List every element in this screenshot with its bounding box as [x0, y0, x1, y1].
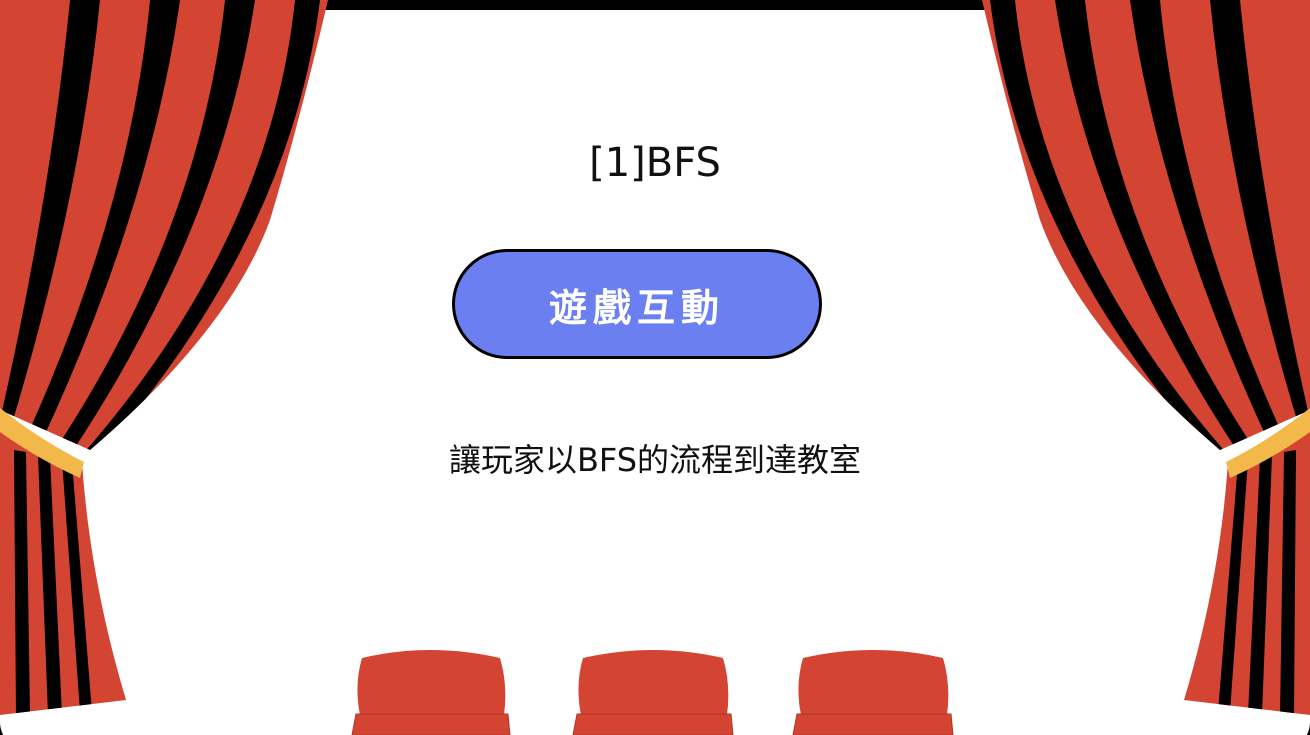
game-interaction-button[interactable]: 遊戲互動	[452, 249, 822, 359]
description-text: 讓玩家以BFS的流程到達教室	[448, 441, 862, 479]
theater-seat-row	[351, 650, 954, 735]
page-title: [1]BFS	[589, 140, 721, 186]
theater-seat-icon	[572, 650, 734, 735]
stage-view: [1]BFS 遊戲互動 讓玩家以BFS的流程到達教室	[0, 0, 1310, 735]
theater-seat-icon	[351, 650, 511, 735]
stage-curtain-right-icon	[982, 0, 1310, 715]
theater-seat-icon	[792, 650, 954, 735]
stage-curtain-left-icon	[0, 0, 328, 715]
